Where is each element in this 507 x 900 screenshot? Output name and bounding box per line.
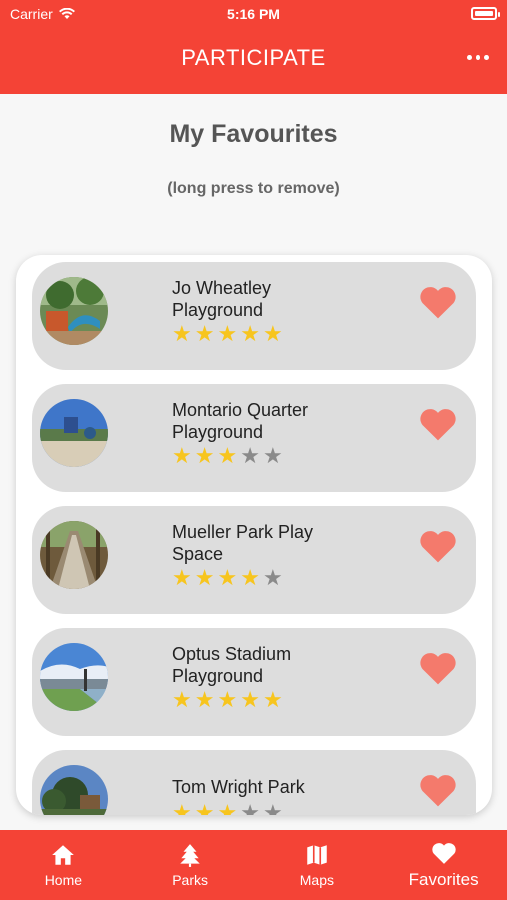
star-filled-icon: ★ xyxy=(217,565,238,590)
favourite-card[interactable]: Optus Stadium Playground ★ ★ ★ ★ ★ xyxy=(32,628,476,736)
more-options-icon[interactable] xyxy=(467,52,490,62)
star-filled-icon: ★ xyxy=(240,321,260,346)
star-filled-icon: ★ xyxy=(262,687,283,712)
nav-item-maps[interactable]: Maps xyxy=(254,830,381,900)
status-bar: Carrier 5:16 PM xyxy=(0,0,507,28)
nav-item-label: Maps xyxy=(299,872,334,888)
park-name: Montario Quarter Playground xyxy=(172,400,309,442)
star-filled-icon: ★ xyxy=(262,321,283,346)
star-filled-icon: ★ xyxy=(240,565,260,590)
star-filled-icon: ★ xyxy=(194,800,215,816)
favourites-list[interactable]: Jo Wheatley Playground ★ ★ ★ ★ ★ Montario Qu… xyxy=(16,255,492,815)
park-thumbnail xyxy=(40,399,108,467)
heart-icon[interactable] xyxy=(418,772,458,808)
star-empty-icon: ★ xyxy=(262,443,283,468)
nav-item-parks[interactable]: Parks xyxy=(127,830,254,900)
heart-icon[interactable] xyxy=(418,284,458,320)
star-filled-icon: ★ xyxy=(217,443,238,468)
heart-icon xyxy=(431,843,456,864)
star-filled-icon: ★ xyxy=(240,687,260,712)
rating-stars: ★ ★ ★ ★ ★ xyxy=(172,445,283,467)
park-name: Mueller Park Play Space xyxy=(172,522,314,564)
nav-item-label: Home xyxy=(44,872,83,888)
star-filled-icon: ★ xyxy=(194,565,215,590)
star-filled-icon: ★ xyxy=(172,800,192,816)
rating-stars: ★ ★ ★ ★ ★ xyxy=(172,800,283,816)
star-filled-icon: ★ xyxy=(172,443,192,468)
star-filled-icon: ★ xyxy=(217,687,238,712)
header-title: PARTICIPATE xyxy=(181,45,326,70)
map-icon xyxy=(307,845,327,865)
page-subtitle: (long press to remove) xyxy=(167,180,340,197)
star-empty-icon: ★ xyxy=(240,800,260,816)
park-thumbnail xyxy=(40,521,108,589)
favourite-card[interactable]: Tom Wright Park ★ ★ ★ ★ ★ xyxy=(32,750,476,815)
park-thumbnail xyxy=(40,277,108,345)
tree-icon xyxy=(180,844,200,867)
park-thumbnail xyxy=(40,765,108,815)
nav-item-home[interactable]: Home xyxy=(0,830,127,900)
heart-icon[interactable] xyxy=(418,650,458,686)
rating-stars: ★ ★ ★ ★ ★ xyxy=(172,567,283,589)
heart-icon[interactable] xyxy=(418,528,458,564)
park-name: Optus Stadium Playground xyxy=(172,644,292,686)
star-filled-icon: ★ xyxy=(172,565,192,590)
rating-stars: ★ ★ ★ ★ ★ xyxy=(172,323,283,345)
star-filled-icon: ★ xyxy=(217,800,238,816)
heart-icon[interactable] xyxy=(418,406,458,442)
star-filled-icon: ★ xyxy=(217,321,238,346)
star-empty-icon: ★ xyxy=(262,800,283,816)
favourite-card[interactable]: Mueller Park Play Space ★ ★ ★ ★ ★ xyxy=(32,506,476,614)
nav-item-label: Parks xyxy=(172,872,209,888)
home-icon xyxy=(52,845,75,865)
star-filled-icon: ★ xyxy=(194,321,215,346)
park-thumbnail xyxy=(40,643,108,711)
app-header: Carrier 5:16 PM PARTICIPATE xyxy=(0,0,507,94)
star-empty-icon: ★ xyxy=(262,565,283,590)
nav-item-label: Favorites xyxy=(408,870,479,889)
park-name: Jo Wheatley Playground xyxy=(172,278,272,320)
battery-icon xyxy=(471,7,500,20)
star-filled-icon: ★ xyxy=(194,443,215,468)
rating-stars: ★ ★ ★ ★ ★ xyxy=(172,689,283,711)
status-time: 5:16 PM xyxy=(227,6,280,22)
star-filled-icon: ★ xyxy=(172,687,192,712)
favourite-card[interactable]: Jo Wheatley Playground ★ ★ ★ ★ ★ xyxy=(32,262,476,370)
park-name: Tom Wright Park xyxy=(172,777,305,797)
bottom-navigation: Home Parks Maps Favorites xyxy=(0,830,507,900)
star-filled-icon: ★ xyxy=(172,321,192,346)
star-filled-icon: ★ xyxy=(194,687,215,712)
favourite-card[interactable]: Montario Quarter Playground ★ ★ ★ ★ ★ xyxy=(32,384,476,492)
nav-item-favorites[interactable]: Favorites xyxy=(380,830,507,900)
star-empty-icon: ★ xyxy=(240,443,260,468)
page-title: My Favourites xyxy=(169,120,338,148)
